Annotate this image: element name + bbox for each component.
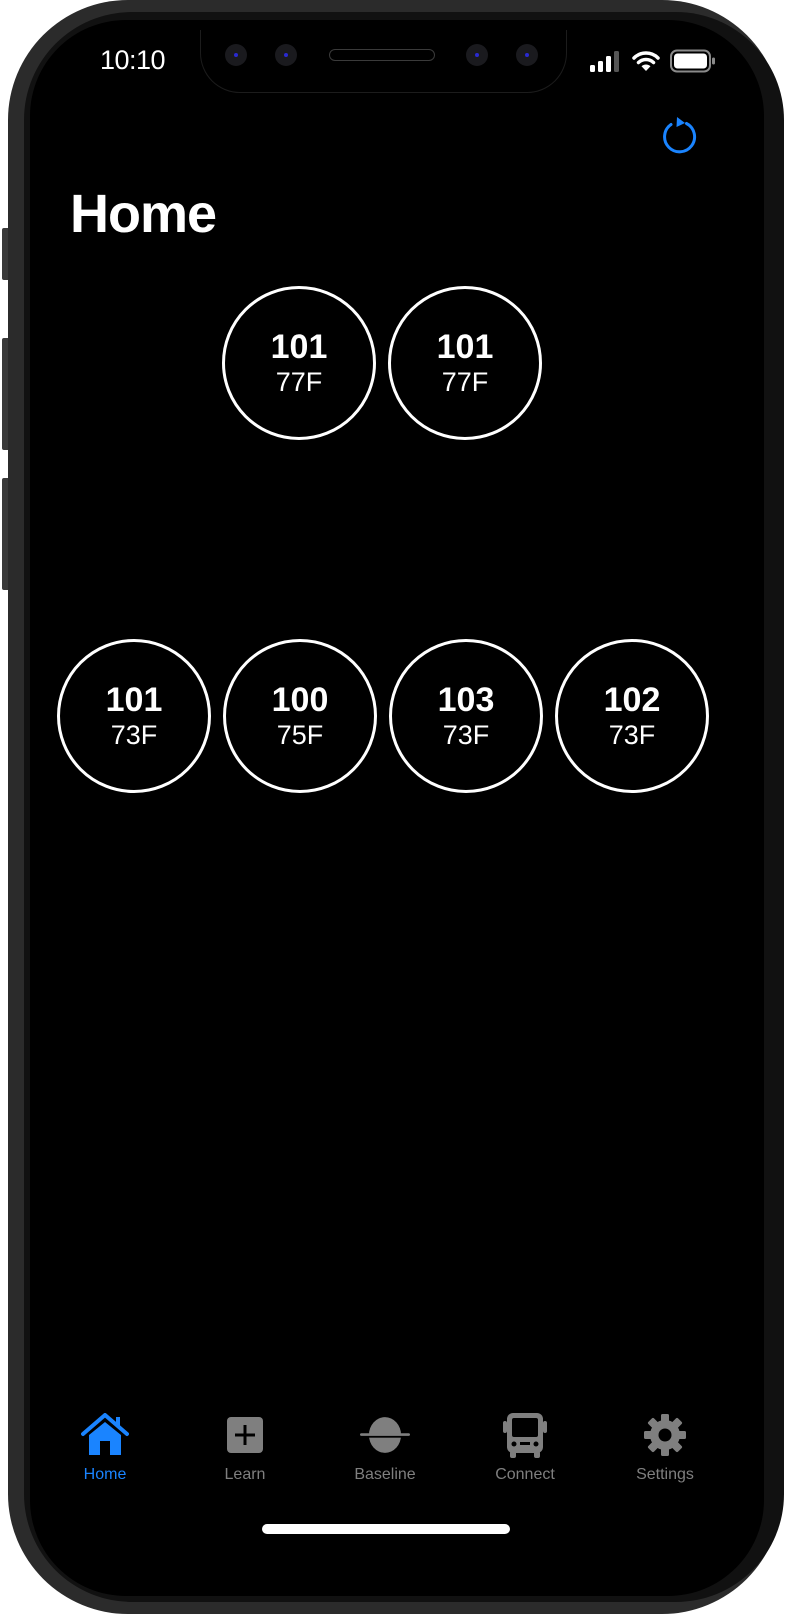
tab-bar: Home Learn Baseline Connect Settings bbox=[0, 1410, 793, 1490]
tab-baseline[interactable]: Baseline bbox=[330, 1410, 440, 1484]
sensor-icon bbox=[466, 44, 488, 66]
device-temperature: 73F bbox=[608, 720, 656, 750]
device-id: 101 bbox=[436, 328, 494, 366]
phone-screen bbox=[30, 20, 764, 1596]
tab-label: Baseline bbox=[354, 1466, 416, 1483]
device-id: 100 bbox=[271, 681, 329, 719]
refresh-icon bbox=[663, 117, 697, 154]
battery-icon bbox=[670, 49, 715, 73]
device-circle[interactable]: 101 73F bbox=[57, 639, 211, 793]
notch bbox=[200, 30, 567, 93]
tab-learn[interactable]: Learn bbox=[190, 1410, 300, 1484]
device-temperature: 75F bbox=[276, 720, 324, 750]
home-indicator[interactable] bbox=[262, 1524, 510, 1534]
refresh-button[interactable] bbox=[660, 116, 700, 156]
device-temperature: 73F bbox=[442, 720, 490, 750]
status-time: 10:10 bbox=[100, 45, 166, 75]
device-id: 101 bbox=[270, 328, 328, 366]
page-title: Home bbox=[70, 184, 217, 244]
tab-connect[interactable]: Connect bbox=[470, 1410, 580, 1484]
tab-label: Connect bbox=[495, 1466, 555, 1483]
cellular-signal-icon bbox=[590, 51, 619, 72]
device-temperature: 77F bbox=[441, 367, 489, 397]
tab-settings[interactable]: Settings bbox=[610, 1410, 720, 1484]
device-id: 101 bbox=[105, 681, 163, 719]
plus-card-icon bbox=[227, 1417, 263, 1453]
house-icon bbox=[81, 1413, 129, 1455]
tab-label: Settings bbox=[636, 1466, 694, 1483]
device-temperature: 77F bbox=[275, 367, 323, 397]
bus-icon bbox=[503, 1413, 547, 1458]
tab-label: Learn bbox=[224, 1466, 266, 1483]
camera-icon bbox=[225, 44, 247, 66]
sensor-icon bbox=[275, 44, 297, 66]
baseline-icon bbox=[360, 1417, 410, 1453]
device-circle[interactable]: 101 77F bbox=[388, 286, 542, 440]
status-icons bbox=[590, 48, 716, 74]
speaker-grille bbox=[329, 49, 435, 61]
device-circle[interactable]: 101 77F bbox=[222, 286, 376, 440]
sensor-icon bbox=[516, 44, 538, 66]
device-id: 103 bbox=[437, 681, 495, 719]
device-circle[interactable]: 102 73F bbox=[555, 639, 709, 793]
device-circle[interactable]: 103 73F bbox=[389, 639, 543, 793]
wifi-icon bbox=[632, 51, 660, 71]
device-temperature: 73F bbox=[110, 720, 158, 750]
gear-icon bbox=[644, 1414, 686, 1456]
tab-label: Home bbox=[83, 1466, 127, 1483]
tab-home[interactable]: Home bbox=[50, 1410, 160, 1484]
device-id: 102 bbox=[603, 681, 661, 719]
device-circle[interactable]: 100 75F bbox=[223, 639, 377, 793]
